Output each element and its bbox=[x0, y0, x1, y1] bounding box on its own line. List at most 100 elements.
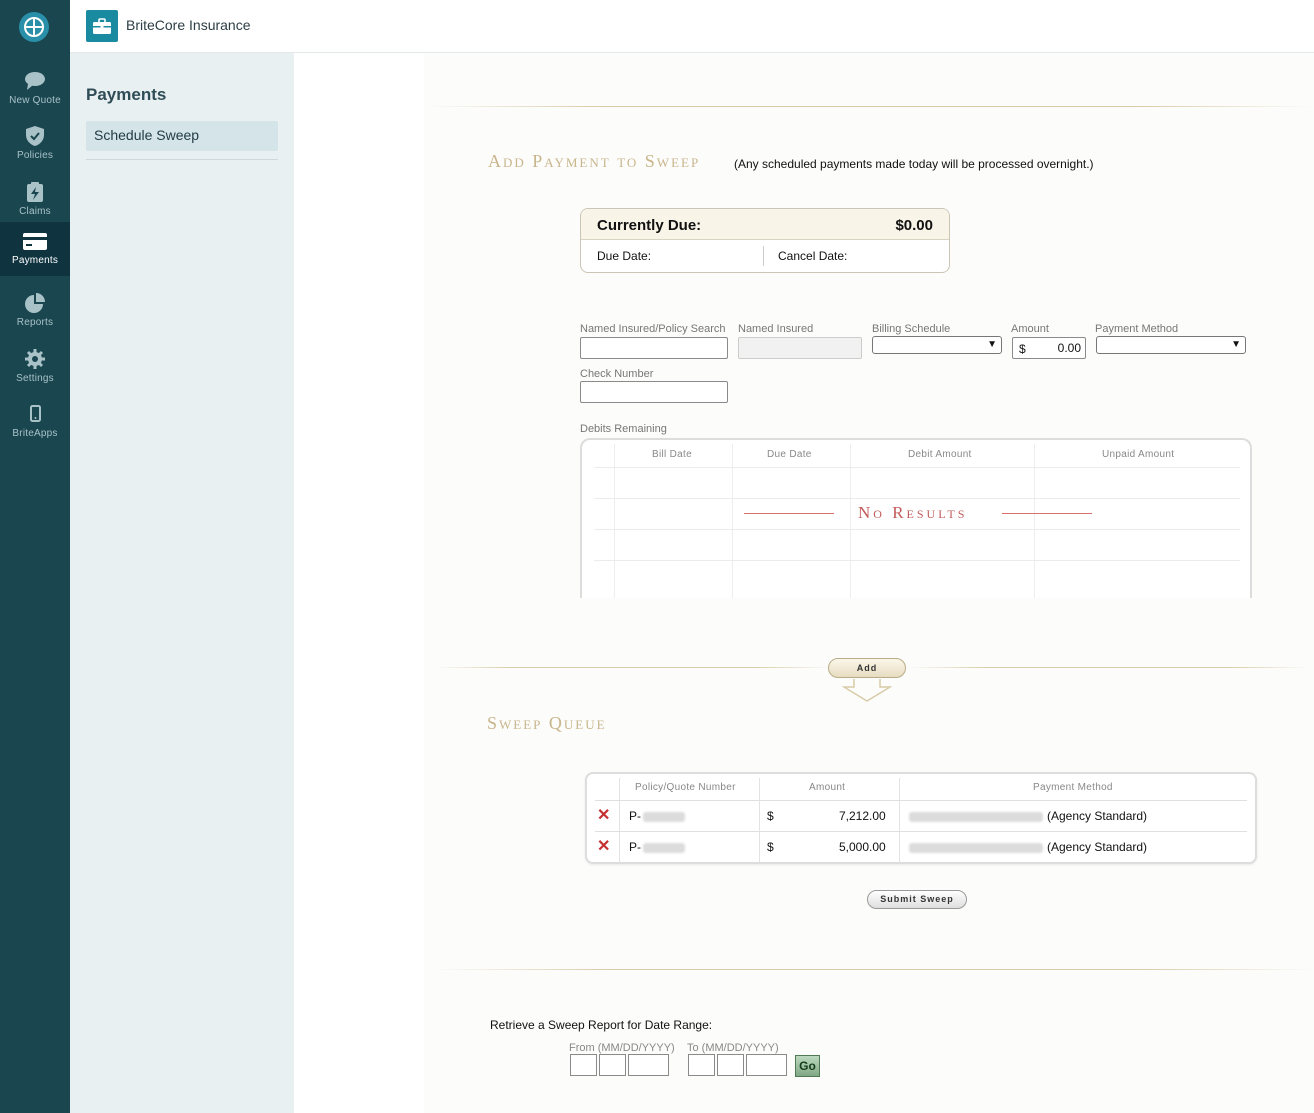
pie-chart-icon bbox=[25, 293, 45, 313]
app-header: BriteCore Insurance bbox=[70, 0, 1314, 53]
delete-row-icon[interactable]: ✕ bbox=[597, 836, 610, 856]
rail-item-label: BriteApps bbox=[12, 428, 58, 439]
chevron-down-icon: ▼ bbox=[987, 339, 997, 350]
named-insured-search-input[interactable] bbox=[580, 337, 728, 359]
redacted-policy bbox=[643, 843, 685, 853]
rail-item-settings[interactable]: Settings bbox=[0, 340, 70, 394]
due-date-label: Due Date: bbox=[597, 249, 652, 263]
to-day-input[interactable] bbox=[717, 1054, 744, 1076]
rail-item-payments[interactable]: Payments bbox=[0, 222, 70, 276]
credit-card-icon bbox=[23, 233, 47, 250]
from-day-input[interactable] bbox=[599, 1054, 626, 1076]
named-insured-search-label: Named Insured/Policy Search bbox=[580, 323, 726, 335]
amount-label: Amount bbox=[1011, 323, 1049, 335]
shield-check-icon bbox=[26, 126, 44, 146]
sweep-report-label: Retrieve a Sweep Report for Date Range: bbox=[490, 1018, 713, 1032]
column-header: Bill Date bbox=[652, 449, 692, 460]
rail-item-label: New Quote bbox=[9, 95, 61, 106]
rail-item-label: Reports bbox=[16, 317, 54, 328]
rail-item-label: Payments bbox=[11, 255, 59, 266]
phone-icon bbox=[30, 405, 41, 422]
column-header: Policy/Quote Number bbox=[635, 782, 736, 793]
divider bbox=[434, 667, 834, 668]
divider bbox=[86, 159, 278, 160]
column-header: Amount bbox=[809, 782, 846, 793]
currency-symbol: $ bbox=[767, 809, 774, 823]
amount-value: 0.00 bbox=[1057, 341, 1081, 355]
redacted-policy bbox=[643, 812, 685, 822]
divider bbox=[908, 667, 1308, 668]
policy-number: P- bbox=[629, 809, 641, 823]
rail-item-new-quote[interactable]: New Quote bbox=[0, 62, 70, 116]
currently-due-label: Currently Due: bbox=[597, 217, 702, 234]
to-date-label: To (MM/DD/YYYY) bbox=[687, 1042, 779, 1054]
rail-item-claims[interactable]: Claims bbox=[0, 173, 70, 227]
to-month-input[interactable] bbox=[688, 1054, 715, 1076]
payment-method-value: (Agency Standard) bbox=[1047, 809, 1148, 823]
column-header: Due Date bbox=[767, 449, 812, 460]
delete-row-icon[interactable]: ✕ bbox=[597, 805, 610, 825]
decorative-arrow bbox=[744, 513, 834, 514]
no-results-message: No Results bbox=[858, 503, 968, 522]
redacted-method bbox=[909, 843, 1043, 853]
cancel-date-label: Cancel Date: bbox=[778, 249, 848, 263]
billing-schedule-select[interactable]: ▼ bbox=[872, 336, 1002, 354]
britecore-logo-icon[interactable] bbox=[19, 12, 49, 42]
secondary-sidebar: Payments Schedule Sweep bbox=[70, 53, 294, 1113]
currency-symbol: $ bbox=[1019, 342, 1026, 356]
chat-bubble-icon bbox=[25, 72, 45, 90]
divider bbox=[424, 106, 1314, 107]
amount-value: 7,212.00 bbox=[839, 809, 886, 823]
policy-number: P- bbox=[629, 840, 641, 854]
rail-item-label: Claims bbox=[19, 206, 51, 217]
column-header: Debit Amount bbox=[908, 449, 972, 460]
divider bbox=[434, 969, 1314, 970]
sidebar-item-schedule-sweep[interactable]: Schedule Sweep bbox=[86, 121, 278, 151]
rail-item-policies[interactable]: Policies bbox=[0, 117, 70, 171]
debits-remaining-label: Debits Remaining bbox=[580, 423, 667, 435]
add-button[interactable]: Add bbox=[828, 658, 906, 678]
briefcase-icon[interactable] bbox=[86, 10, 118, 42]
rail-item-reports[interactable]: Reports bbox=[0, 284, 70, 338]
payment-method-label: Payment Method bbox=[1095, 323, 1179, 335]
column-header: Unpaid Amount bbox=[1102, 449, 1175, 460]
divider bbox=[763, 246, 764, 266]
payment-method-select[interactable]: ▼ bbox=[1096, 336, 1246, 354]
overnight-note: (Any scheduled payments made today will … bbox=[734, 157, 1094, 171]
main-content: Add Payment to Sweep (Any scheduled paym… bbox=[294, 53, 1314, 1113]
from-year-input[interactable] bbox=[628, 1054, 669, 1076]
chevron-down-icon: ▼ bbox=[1231, 339, 1241, 350]
named-insured-label: Named Insured bbox=[738, 323, 814, 335]
rail-item-label: Policies bbox=[16, 150, 54, 161]
go-button[interactable]: Go bbox=[795, 1055, 820, 1077]
from-date-label: From (MM/DD/YYYY) bbox=[569, 1042, 675, 1054]
sweep-queue-table: Policy/Quote Number Amount Payment Metho… bbox=[585, 772, 1257, 864]
named-insured-input bbox=[738, 337, 862, 359]
currency-symbol: $ bbox=[767, 840, 774, 854]
sweep-queue-title: Sweep Queue bbox=[487, 713, 607, 733]
payment-method-value: (Agency Standard) bbox=[1047, 840, 1148, 854]
billing-schedule-label: Billing Schedule bbox=[872, 323, 951, 335]
debits-table: Bill Date Due Date Debit Amount Unpaid A… bbox=[580, 438, 1252, 598]
app-name[interactable]: BriteCore Insurance bbox=[126, 17, 251, 33]
rail-item-label: Settings bbox=[16, 373, 54, 384]
rail-item-briteapps[interactable]: BriteApps bbox=[0, 395, 70, 449]
redacted-method bbox=[909, 812, 1043, 822]
currently-due-panel: Currently Due: $0.00 Due Date: Cancel Da… bbox=[580, 208, 950, 273]
clipboard-bolt-icon bbox=[27, 182, 43, 202]
app-rail: New Quote Policies Claims Payments Repor… bbox=[0, 0, 70, 1113]
add-payment-title: Add Payment to Sweep bbox=[488, 151, 701, 171]
check-number-input[interactable] bbox=[580, 381, 728, 403]
currently-due-value: $0.00 bbox=[895, 217, 933, 234]
amount-value: 5,000.00 bbox=[839, 840, 886, 854]
decorative-arrow bbox=[1002, 513, 1092, 514]
gear-icon bbox=[25, 349, 45, 369]
column-header: Payment Method bbox=[1033, 782, 1113, 793]
to-year-input[interactable] bbox=[746, 1054, 787, 1076]
sidebar-title: Payments bbox=[86, 85, 167, 104]
down-arrow-icon bbox=[842, 679, 892, 702]
from-month-input[interactable] bbox=[570, 1054, 597, 1076]
check-number-label: Check Number bbox=[580, 368, 654, 380]
submit-sweep-button[interactable]: Submit Sweep bbox=[867, 890, 967, 909]
amount-input[interactable]: $ 0.00 bbox=[1012, 337, 1086, 359]
